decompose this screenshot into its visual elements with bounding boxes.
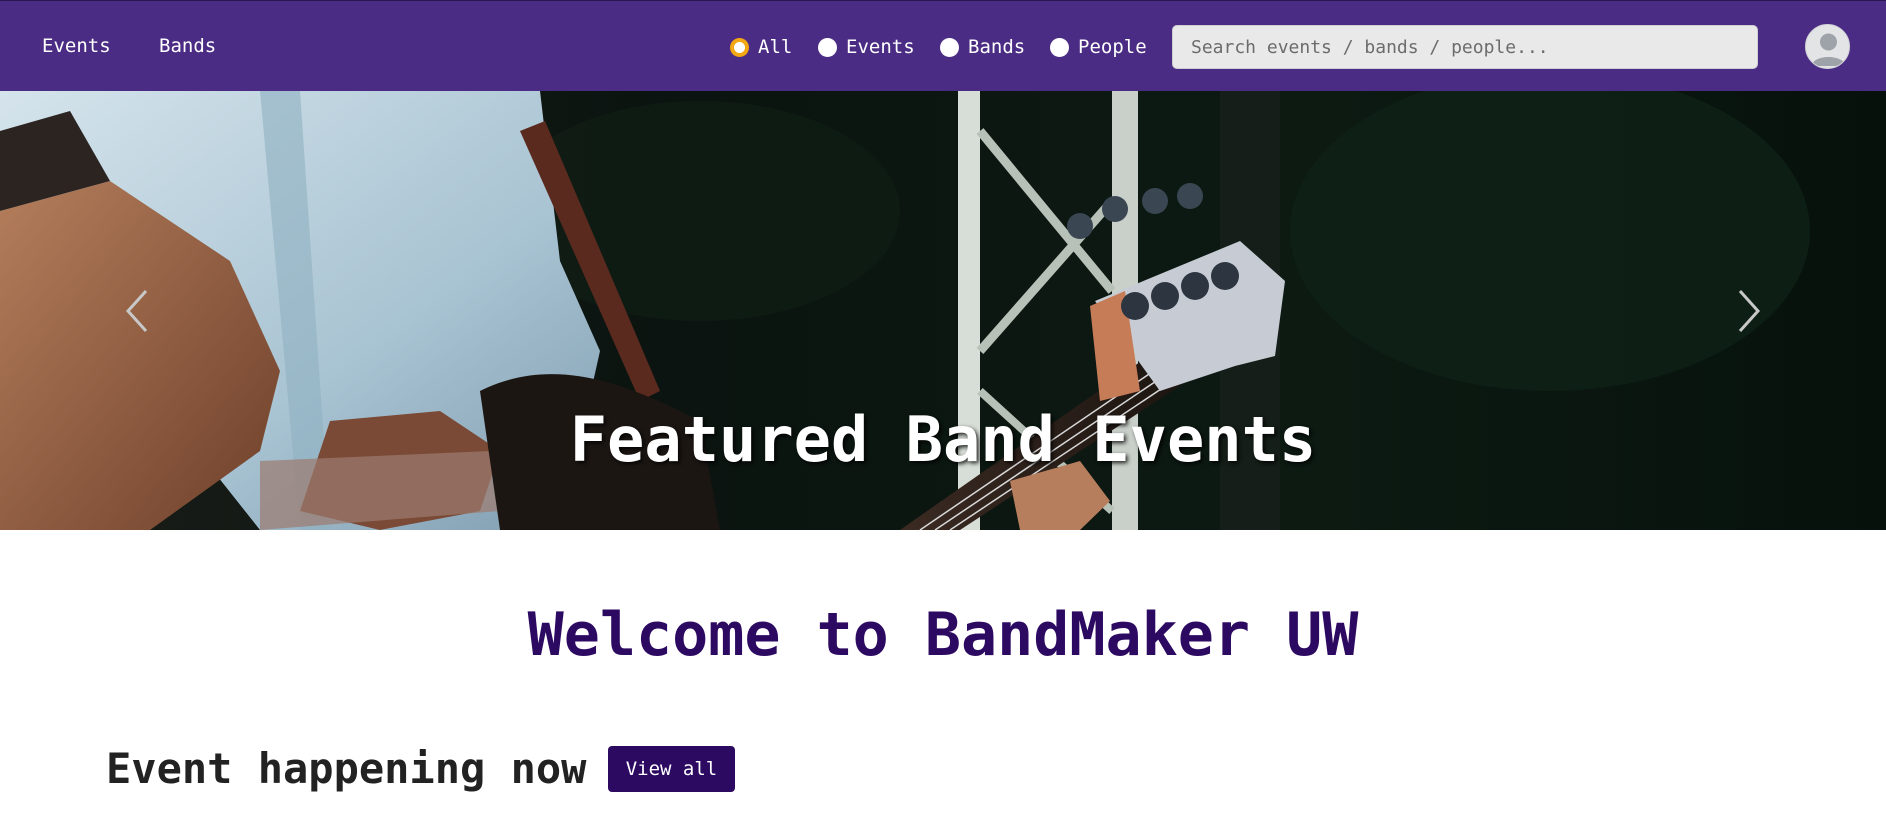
- radio-unchecked-icon[interactable]: [1050, 37, 1069, 57]
- filter-label: Events: [846, 36, 915, 58]
- search-input[interactable]: [1172, 25, 1758, 69]
- view-all-button[interactable]: View all: [608, 746, 735, 792]
- section-title: Event happening now: [106, 744, 587, 793]
- nav-link-bands[interactable]: Bands: [159, 35, 216, 57]
- chevron-left-icon[interactable]: [118, 287, 158, 335]
- radio-unchecked-icon[interactable]: [818, 37, 837, 57]
- filter-radio-people[interactable]: People: [1050, 36, 1147, 58]
- filter-label: All: [758, 36, 793, 58]
- filter-radio-bands[interactable]: Bands: [940, 36, 1025, 58]
- filter-radio-all[interactable]: All: [730, 36, 792, 58]
- welcome-heading: Welcome to BandMaker UW: [527, 600, 1359, 670]
- hero-caption: Featured Band Events: [569, 403, 1317, 476]
- filter-label: Bands: [968, 36, 1026, 58]
- nav-link-events[interactable]: Events: [42, 35, 111, 57]
- filter-label: People: [1078, 36, 1147, 58]
- radio-unchecked-icon[interactable]: [940, 37, 959, 57]
- hero-carousel: Featured Band Events: [0, 91, 1886, 530]
- user-avatar-icon[interactable]: [1805, 24, 1850, 69]
- top-navbar: Events Bands All Events Bands People: [0, 0, 1886, 91]
- radio-checked-icon[interactable]: [730, 37, 749, 57]
- chevron-right-icon[interactable]: [1728, 287, 1768, 335]
- filter-radio-events[interactable]: Events: [818, 36, 915, 58]
